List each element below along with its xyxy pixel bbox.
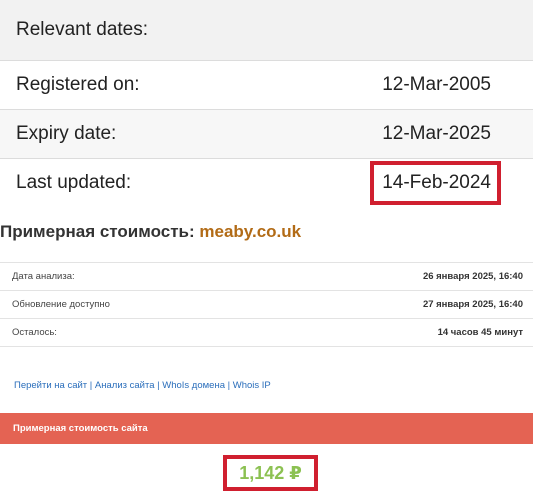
expiry-row: Expiry date: 12-Mar-2025 bbox=[0, 109, 533, 158]
estimate-bar-label: Примерная стоимость сайта bbox=[13, 423, 148, 434]
estimate-domain: meaby.co.uk bbox=[199, 222, 302, 241]
remaining-value: 14 часов 45 минут bbox=[437, 327, 523, 338]
estimate-bar: Примерная стоимость сайта bbox=[0, 413, 533, 444]
update-available-value: 27 января 2025, 16:40 bbox=[422, 299, 523, 310]
analysis-info-table: Дата анализа: 26 января 2025, 16:40 Обно… bbox=[0, 262, 533, 347]
update-available-label: Обновление доступно bbox=[12, 299, 110, 310]
update-available-row: Обновление доступно 27 января 2025, 16:4… bbox=[0, 291, 533, 319]
analysis-date-label: Дата анализа: bbox=[12, 271, 75, 282]
go-to-site-link[interactable]: Перейти на сайт bbox=[14, 380, 87, 391]
last-updated-label: Last updated: bbox=[16, 172, 132, 193]
link-separator: | bbox=[89, 380, 93, 391]
remaining-row: Осталось: 14 часов 45 минут bbox=[0, 319, 533, 347]
price-highlight bbox=[223, 455, 318, 491]
registered-row: Registered on: 12-Mar-2005 bbox=[0, 60, 533, 109]
remaining-label: Осталось: bbox=[12, 327, 57, 338]
dates-header-row: Relevant dates: bbox=[0, 0, 533, 60]
link-separator: | bbox=[227, 380, 231, 391]
last-updated-highlight bbox=[370, 161, 501, 205]
registered-value: 12-Mar-2005 bbox=[382, 74, 491, 95]
expiry-label: Expiry date: bbox=[16, 123, 117, 144]
site-links: Перейти на сайт | Анализ сайта | WhoIs д… bbox=[14, 380, 271, 391]
site-analysis-link[interactable]: Анализ сайта bbox=[95, 380, 155, 391]
analysis-date-row: Дата анализа: 26 января 2025, 16:40 bbox=[0, 263, 533, 291]
analysis-date-value: 26 января 2025, 16:40 bbox=[422, 271, 523, 282]
expiry-value: 12-Mar-2025 bbox=[382, 123, 491, 144]
estimate-title: Примерная стоимость: bbox=[0, 222, 195, 241]
registered-label: Registered on: bbox=[16, 74, 140, 95]
link-separator: | bbox=[157, 380, 160, 391]
whois-ip-link[interactable]: Whois IP bbox=[233, 380, 271, 391]
estimate-heading: Примерная стоимость: meaby.co.uk bbox=[0, 222, 301, 242]
dates-header-label: Relevant dates: bbox=[16, 19, 149, 40]
whois-domain-link[interactable]: WhoIs домена bbox=[162, 380, 225, 391]
